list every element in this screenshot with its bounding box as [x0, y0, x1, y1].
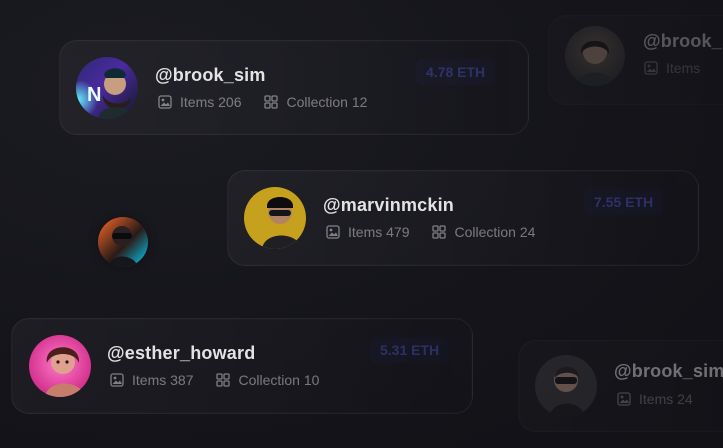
items-label: Items 387 [132, 372, 194, 388]
items-count: Items [643, 60, 700, 76]
collection-count: Collection 10 [215, 372, 319, 388]
items-count: Items 206 [157, 94, 241, 110]
username: @brook_sim [614, 361, 723, 381]
avatar-photo [565, 26, 625, 86]
user-meta: Items [643, 60, 700, 76]
avatar [244, 187, 306, 249]
user-meta: Items 206 Collection 12 [157, 94, 367, 110]
username: @brook_sim [155, 65, 266, 85]
image-icon [109, 372, 125, 388]
collection-count: Collection 24 [431, 224, 535, 240]
user-meta: Items 479 Collection 24 [325, 224, 535, 240]
username: @esther_howard [107, 343, 256, 363]
user-meta: Items 24 [616, 391, 693, 407]
items-count: Items 387 [109, 372, 193, 388]
collection-icon [431, 224, 447, 240]
floating-avatar [98, 217, 148, 267]
avatar: N [76, 57, 138, 119]
price-badge: 7.55 ETH [584, 189, 664, 215]
collection-icon [263, 94, 279, 110]
user-card-bottom-right[interactable]: @brook_sim Items 24 [518, 340, 723, 432]
image-icon [157, 94, 173, 110]
collection-count: Collection 12 [263, 94, 367, 110]
avatar [29, 335, 91, 397]
avatar-photo [98, 217, 148, 267]
svg-text:N: N [87, 84, 101, 106]
items-label: Items [666, 60, 701, 76]
items-count: Items 479 [325, 224, 409, 240]
avatar [535, 355, 597, 417]
user-card-marvinmckin[interactable]: @marvinmckin Items 479 Collection 24 7.5… [227, 170, 699, 266]
user-card-esther-howard[interactable]: @esther_howard Items 387 Collection 10 5… [11, 318, 473, 414]
avatar-photo [29, 335, 91, 397]
collection-label: Collection 24 [454, 224, 536, 240]
items-count: Items 24 [616, 391, 693, 407]
avatar-photo: N [76, 57, 138, 119]
user-card-top-right[interactable]: @brook_sim Items [548, 15, 723, 105]
collection-icon [215, 372, 231, 388]
avatar [565, 26, 625, 86]
image-icon [643, 60, 659, 76]
price-badge: 4.78 ETH [416, 59, 496, 85]
image-icon [325, 224, 341, 240]
username: @marvinmckin [323, 195, 455, 215]
user-card-brook-sim[interactable]: N @brook_sim Items 206 Collection 12 4.7… [59, 40, 529, 135]
username: @brook_sim [643, 31, 723, 51]
avatar-photo [244, 187, 306, 249]
user-meta: Items 387 Collection 10 [109, 372, 319, 388]
price-badge: 5.31 ETH [370, 337, 450, 363]
image-icon [616, 391, 632, 407]
items-label: Items 206 [180, 94, 242, 110]
items-label: Items 479 [348, 224, 410, 240]
items-label: Items 24 [639, 391, 693, 407]
collection-label: Collection 12 [286, 94, 368, 110]
avatar-photo [535, 355, 597, 417]
collection-label: Collection 10 [238, 372, 320, 388]
